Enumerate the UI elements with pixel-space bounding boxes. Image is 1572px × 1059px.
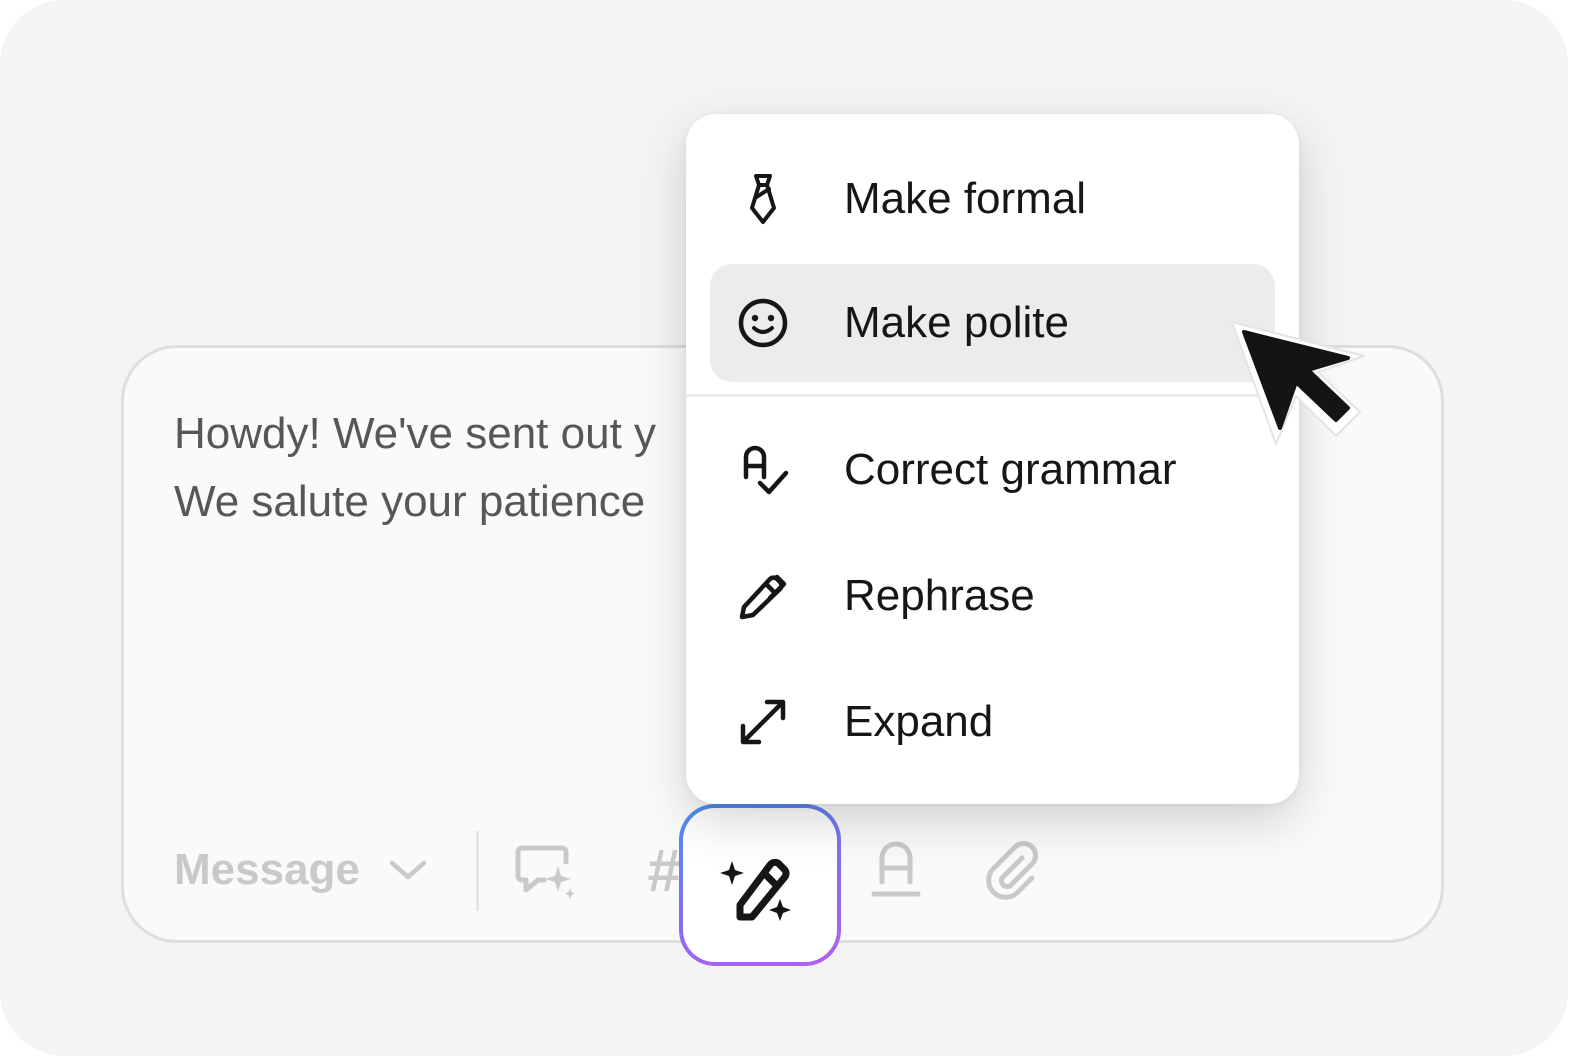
tie-icon: [736, 172, 790, 226]
menu-item-make-polite[interactable]: Make polite: [710, 264, 1275, 382]
app-frame: Howdy! We've sent out y We salute your p…: [0, 0, 1568, 1056]
chat-sparkle-button[interactable]: [512, 838, 576, 902]
hash-icon: #: [647, 836, 681, 904]
pencil-icon: [736, 569, 790, 623]
text-format-icon: [871, 841, 921, 897]
menu-divider: [686, 394, 1299, 397]
spellcheck-icon: [736, 443, 790, 497]
message-type-label: Message: [174, 845, 360, 894]
mouse-cursor-icon: [1231, 321, 1365, 445]
toolbar-divider: [476, 831, 479, 911]
menu-item-rephrase[interactable]: Rephrase: [710, 537, 1275, 655]
ai-rewrite-button[interactable]: [679, 804, 841, 966]
menu-item-label: Make polite: [844, 298, 1070, 347]
expand-arrows-icon: [736, 695, 790, 749]
chat-sparkle-icon: [515, 845, 575, 899]
ai-actions-menu: Make formal Make polite Correct grammar …: [686, 114, 1299, 804]
menu-item-expand[interactable]: Expand: [710, 663, 1275, 781]
menu-item-label: Expand: [844, 697, 994, 746]
paperclip-icon: [986, 841, 1038, 900]
smiley-icon: [736, 296, 790, 350]
menu-item-correct-grammar[interactable]: Correct grammar: [710, 411, 1275, 529]
attach-button[interactable]: [982, 840, 1046, 904]
chevron-down-icon: [389, 860, 427, 880]
menu-item-label: Make formal: [844, 174, 1087, 223]
menu-item-label: Rephrase: [844, 571, 1035, 620]
menu-item-make-formal[interactable]: Make formal: [710, 140, 1275, 258]
ai-rewrite-icon: [720, 858, 791, 921]
message-type-select[interactable]: Message: [174, 845, 428, 895]
menu-item-label: Correct grammar: [844, 445, 1177, 494]
text-format-button[interactable]: [864, 838, 928, 902]
